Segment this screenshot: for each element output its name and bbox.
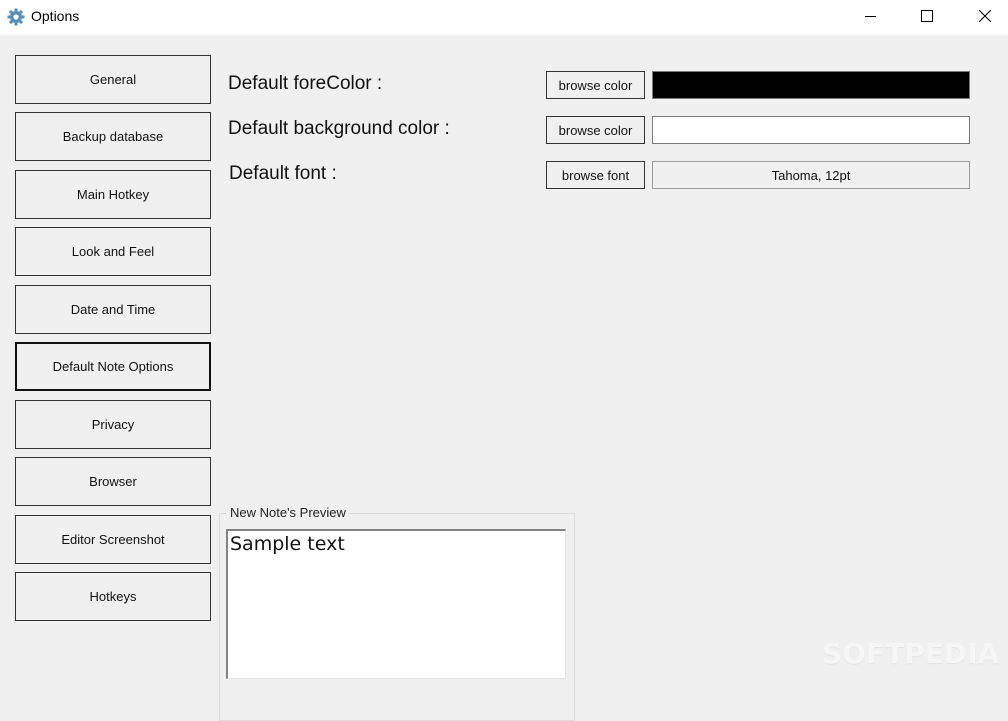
- background-color-swatch: [652, 116, 970, 144]
- sidebar-item-hotkeys[interactable]: Hotkeys: [15, 572, 211, 621]
- sidebar-item-label: Browser: [89, 474, 137, 489]
- font-value-display: Tahoma, 12pt: [652, 161, 970, 189]
- sidebar-item-default-note-options[interactable]: Default Note Options: [15, 342, 211, 391]
- font-label: Default font :: [229, 163, 337, 184]
- sidebar-item-label: Editor Screenshot: [61, 532, 165, 547]
- sidebar-item-editor-screenshot[interactable]: Editor Screenshot: [15, 515, 211, 564]
- browse-fore-color-button[interactable]: browse color: [546, 71, 645, 99]
- fore-color-label: Default foreColor :: [228, 73, 383, 94]
- sidebar-item-look-and-feel[interactable]: Look and Feel: [15, 227, 211, 276]
- sidebar-item-label: Main Hotkey: [76, 187, 150, 202]
- sidebar-item-label: Default Note Options: [52, 359, 174, 374]
- minimize-icon: [865, 9, 877, 27]
- window-title: Options: [31, 8, 80, 24]
- gear-icon: [7, 8, 25, 26]
- fore-color-swatch: [652, 71, 970, 99]
- sidebar-item-label: Privacy: [91, 417, 135, 432]
- watermark: SOFTPEDIA: [822, 637, 1000, 670]
- close-button[interactable]: [962, 0, 1008, 35]
- browse-font-button[interactable]: browse font: [546, 161, 645, 189]
- browse-background-color-button[interactable]: browse color: [546, 116, 645, 144]
- preview-textbox[interactable]: Sample text: [226, 529, 566, 679]
- sidebar-item-privacy[interactable]: Privacy: [15, 400, 211, 449]
- close-icon: [978, 9, 992, 27]
- sidebar-item-browser[interactable]: Browser: [15, 457, 211, 506]
- title-bar: Options: [0, 0, 1008, 35]
- sidebar-item-backup-database[interactable]: Backup database: [15, 112, 211, 161]
- client-area: General Backup database Main Hotkey Look…: [0, 35, 1008, 721]
- minimize-button[interactable]: [848, 0, 894, 35]
- sidebar-item-label: General: [89, 72, 137, 87]
- background-color-label: Default background color :: [228, 118, 450, 139]
- sidebar-item-date-and-time[interactable]: Date and Time: [15, 285, 211, 334]
- maximize-button[interactable]: [904, 0, 950, 35]
- maximize-icon: [921, 9, 933, 27]
- sidebar-item-label: Look and Feel: [71, 244, 155, 259]
- sidebar-item-main-hotkey[interactable]: Main Hotkey: [15, 170, 211, 219]
- sidebar-item-label: Backup database: [62, 129, 164, 144]
- preview-group-label: New Note's Preview: [227, 505, 349, 520]
- sidebar-item-label: Hotkeys: [89, 589, 137, 604]
- sidebar-item-label: Date and Time: [70, 302, 156, 317]
- sidebar-item-general[interactable]: General: [15, 55, 211, 104]
